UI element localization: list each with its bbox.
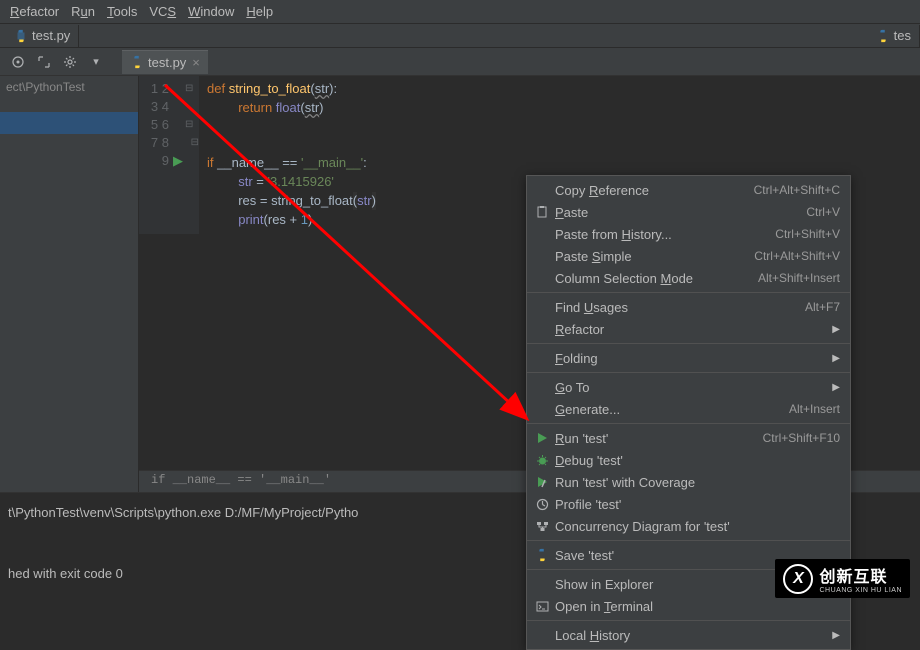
menu-item-local-history[interactable]: Local History▶: [527, 624, 850, 646]
menu-item-label: Paste: [555, 205, 806, 220]
python-icon: [130, 55, 144, 69]
submenu-arrow-icon: ▶: [832, 353, 840, 364]
menu-item-find-usages[interactable]: Find UsagesAlt+F7: [527, 296, 850, 318]
menu-shortcut: Ctrl+Alt+Shift+C: [754, 183, 840, 197]
menu-item-refactor[interactable]: Refactor▶: [527, 318, 850, 340]
menu-separator: [527, 423, 850, 424]
menu-item-label: Paste Simple: [555, 249, 754, 264]
menu-item-label: Column Selection Mode: [555, 271, 758, 286]
menu-separator: [527, 343, 850, 344]
gear-icon[interactable]: [62, 54, 78, 70]
python-icon: [876, 29, 890, 43]
menu-item-generate[interactable]: Generate...Alt+Insert: [527, 398, 850, 420]
submenu-arrow-icon: ▶: [832, 324, 840, 335]
menu-item-label: Paste from History...: [555, 227, 775, 242]
menu-separator: [527, 540, 850, 541]
menu-item-label: Refactor: [555, 322, 832, 337]
run-gutter-icon[interactable]: ▶: [173, 152, 183, 170]
submenu-arrow-icon: ▶: [832, 630, 840, 641]
menu-item-profile-test[interactable]: Profile 'test': [527, 493, 850, 515]
menu-shortcut: Ctrl+V: [806, 205, 840, 219]
menu-item-label: Folding: [555, 351, 832, 366]
console-line: t\PythonTest\venv\Scripts\python.exe D:/…: [8, 505, 358, 520]
menu-item-label: Run 'test' with Coverage: [555, 475, 840, 490]
submenu-arrow-icon: ▶: [832, 382, 840, 393]
python-icon: [14, 29, 28, 43]
menu-item-label: Local History: [555, 628, 832, 643]
menu-item-label: Run 'test': [555, 431, 763, 446]
concurrency-icon: [533, 520, 551, 533]
menu-run[interactable]: Run: [65, 4, 101, 19]
menu-tools[interactable]: Tools: [101, 4, 143, 19]
menu-item-label: Go To: [555, 380, 832, 395]
collapse-icon[interactable]: ▾: [88, 54, 104, 70]
expand-icon[interactable]: [36, 54, 52, 70]
menu-shortcut: Alt+Insert: [789, 402, 840, 416]
menu-window[interactable]: Window: [182, 4, 240, 19]
menu-item-paste-simple[interactable]: Paste SimpleCtrl+Alt+Shift+V: [527, 245, 850, 267]
tab-label: test.py: [32, 28, 70, 43]
code-content[interactable]: def string_to_float(str): return float(s…: [199, 76, 384, 234]
toolbar: ▾ test.py ×: [0, 48, 920, 76]
coverage-icon: [533, 476, 551, 489]
menu-item-label: Profile 'test': [555, 497, 840, 512]
watermark-text: 创新互联: [819, 563, 902, 587]
tab-right[interactable]: tes: [868, 25, 920, 47]
menu-separator: [527, 372, 850, 373]
menu-item-open-in-terminal[interactable]: Open in Terminal: [527, 595, 850, 617]
menu-item-debug-test[interactable]: Debug 'test': [527, 449, 850, 471]
menu-separator: [527, 620, 850, 621]
paste-icon: [533, 205, 551, 219]
menu-shortcut: Alt+Shift+Insert: [758, 271, 840, 285]
menu-item-run-test[interactable]: Run 'test'Ctrl+Shift+F10: [527, 427, 850, 449]
editor-tab-label: test.py: [148, 55, 186, 70]
menu-item-folding[interactable]: Folding▶: [527, 347, 850, 369]
watermark-subtext: CHUANG XIN HU LIAN: [819, 587, 902, 594]
watermark-logo: X 创新互联 CHUANG XIN HU LIAN: [775, 559, 910, 598]
close-icon[interactable]: ×: [192, 55, 200, 70]
menu-item-paste-from-history[interactable]: Paste from History...Ctrl+Shift+V: [527, 223, 850, 245]
project-sidebar: ect\PythonTest: [0, 76, 139, 492]
menu-item-concurrency-diagram-for-test[interactable]: Concurrency Diagram for 'test': [527, 515, 850, 537]
line-gutter: 1 2 3 4 5 6 7 8 9 ▶: [139, 76, 185, 234]
sidebar-selected-item[interactable]: [0, 112, 138, 134]
menu-item-go-to[interactable]: Go To▶: [527, 376, 850, 398]
menu-shortcut: Ctrl+Shift+V: [775, 227, 840, 241]
menu-separator: [527, 292, 850, 293]
menu-item-label: Open in Terminal: [555, 599, 840, 614]
menu-item-label: Generate...: [555, 402, 789, 417]
menu-shortcut: Ctrl+Shift+F10: [763, 431, 840, 445]
menu-item-label: Copy Reference: [555, 183, 754, 198]
console-line: hed with exit code 0: [8, 566, 123, 581]
menu-item-paste[interactable]: PasteCtrl+V: [527, 201, 850, 223]
menu-shortcut: Alt+F7: [805, 300, 840, 314]
editor-tab-test-py[interactable]: test.py ×: [122, 50, 208, 74]
menu-vcs[interactable]: VCS: [143, 4, 182, 19]
profile-icon: [533, 498, 551, 511]
menu-bar: Refactor Run Tools VCS Window Help: [0, 0, 920, 24]
menu-item-label: Concurrency Diagram for 'test': [555, 519, 840, 534]
target-icon[interactable]: [10, 54, 26, 70]
run-icon: [533, 432, 551, 444]
menu-shortcut: Ctrl+Alt+Shift+V: [754, 249, 840, 263]
watermark-icon: X: [783, 564, 813, 594]
menu-item-column-selection-mode[interactable]: Column Selection ModeAlt+Shift+Insert: [527, 267, 850, 289]
menu-refactor[interactable]: Refactor: [4, 4, 65, 19]
tab-bar: test.py tes: [0, 24, 920, 48]
menu-item-label: Debug 'test': [555, 453, 840, 468]
sidebar-breadcrumb: ect\PythonTest: [0, 76, 138, 98]
debug-icon: [533, 454, 551, 467]
fold-column: ⊟ ⊟ ⊟: [185, 76, 199, 234]
tab-label: tes: [894, 28, 911, 43]
menu-help[interactable]: Help: [240, 4, 279, 19]
menu-item-copy-reference[interactable]: Copy ReferenceCtrl+Alt+Shift+C: [527, 179, 850, 201]
tab-test-py[interactable]: test.py: [6, 25, 79, 47]
python-icon: [533, 548, 551, 562]
menu-item-label: Find Usages: [555, 300, 805, 315]
menu-item-run-test-with-coverage[interactable]: Run 'test' with Coverage: [527, 471, 850, 493]
terminal-icon: [533, 600, 551, 613]
